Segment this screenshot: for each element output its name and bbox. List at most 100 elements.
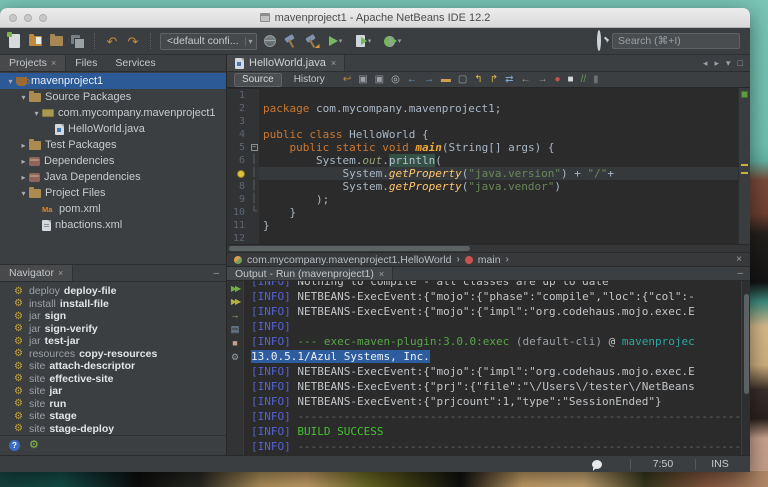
output-line[interactable]: [INFO] NETBEANS-ExecEvent:{"mojo":{"impl… — [251, 304, 741, 319]
output-line[interactable]: [INFO] NETBEANS-ExecEvent:{"prjcount":1,… — [251, 394, 741, 409]
code-editor[interactable]: 12package com.mycompany.mavenproject1;34… — [227, 88, 750, 244]
source-button[interactable]: Source — [234, 73, 282, 87]
code-line[interactable]: 9│ ); — [227, 193, 738, 206]
hint-bulb-icon[interactable] — [227, 167, 249, 180]
line-number[interactable]: 9 — [227, 193, 249, 206]
diff-icon[interactable]: ▣ — [358, 75, 367, 85]
code-line[interactable]: 8│ System.getProperty("java.vendor") — [227, 180, 738, 193]
build-project-button[interactable] — [283, 33, 299, 49]
line-number[interactable]: 4 — [227, 128, 249, 141]
line-number[interactable]: 2 — [227, 102, 249, 115]
back-icon[interactable]: ← — [520, 75, 530, 85]
code-line[interactable]: 2package com.mycompany.mavenproject1; — [227, 102, 738, 115]
close-icon[interactable]: × — [51, 58, 56, 68]
forward-icon[interactable]: → — [537, 75, 547, 85]
tree-expander-icon[interactable]: ▸ — [18, 157, 29, 166]
output-line[interactable]: 13.0.5.1/Azul Systems, Inc. — [251, 349, 741, 364]
new-project-button[interactable] — [27, 33, 43, 49]
output-line[interactable]: [INFO] ---------------------------------… — [251, 409, 741, 424]
output-line[interactable]: [INFO] BUILD SUCCESS — [251, 424, 741, 439]
ant-settings-icon[interactable]: ▤ — [231, 325, 240, 334]
redo-button[interactable]: ↷ — [125, 33, 141, 49]
maximize-editor-icon[interactable]: □ — [738, 58, 743, 68]
tab-navigator[interactable]: Navigator × — [0, 265, 73, 281]
hscrollbar-thumb[interactable] — [229, 246, 470, 251]
code-line[interactable]: 4public class HelloWorld { — [227, 128, 738, 141]
navigator-item[interactable]: ⚙jarsign — [0, 310, 226, 323]
config-select[interactable]: <default confi... ▾ — [160, 33, 257, 50]
output-scrollbar-thumb[interactable] — [744, 294, 749, 394]
navigator-item[interactable]: ⚙siterun — [0, 398, 226, 411]
tree-item[interactable]: ▾mavenproject1 — [0, 73, 226, 89]
tree-expander-icon[interactable]: ▾ — [18, 93, 29, 102]
error-stripe[interactable] — [738, 88, 750, 244]
tab-output-run[interactable]: Output - Run (mavenproject1) × — [227, 267, 393, 280]
stop-icon[interactable]: ■ — [232, 339, 237, 348]
save-all-button[interactable] — [69, 33, 85, 49]
navigator-item[interactable]: ⚙siteattach-descriptor — [0, 360, 226, 373]
tree-expander-icon[interactable]: ▾ — [5, 77, 16, 86]
minimize-window-button[interactable] — [24, 14, 32, 22]
toggle-bookmark-icon[interactable]: ⇄ — [505, 75, 513, 85]
run-project-button[interactable]: ▾ — [325, 33, 347, 49]
close-icon[interactable]: × — [736, 254, 750, 265]
tree-expander-icon[interactable]: ▸ — [18, 173, 29, 182]
minimize-panel-icon[interactable]: – — [206, 265, 226, 281]
output-line[interactable]: [INFO] — [251, 319, 741, 334]
tree-item[interactable]: Mapom.xml — [0, 201, 226, 217]
tree-item[interactable]: ▸Test Packages — [0, 137, 226, 153]
find-previous-icon[interactable]: ← — [407, 75, 417, 85]
rerun-icon[interactable]: ▶▶ — [231, 285, 239, 293]
tree-item[interactable]: ▸Dependencies — [0, 153, 226, 169]
tree-item[interactable]: nbactions.xml — [0, 217, 226, 233]
code-line[interactable]: │ System.getProperty("java.version") + "… — [227, 167, 738, 180]
output-line[interactable]: [INFO] Nothing to compile - all classes … — [251, 281, 741, 289]
close-window-button[interactable] — [9, 14, 17, 22]
tree-expander-icon[interactable]: ▾ — [18, 189, 29, 198]
tree-expander-icon[interactable]: ▸ — [18, 141, 29, 150]
line-number[interactable]: 1 — [227, 89, 249, 102]
tree-expander-icon[interactable]: ▾ — [31, 109, 42, 118]
history-button[interactable]: History — [290, 74, 329, 85]
navigator-item[interactable]: ⚙resourcescopy-resources — [0, 348, 226, 361]
output-line[interactable]: [INFO] NETBEANS-ExecEvent:{"prj":{"file"… — [251, 379, 741, 394]
tree-item[interactable]: ▾Source Packages — [0, 89, 226, 105]
line-number[interactable]: 8 — [227, 180, 249, 193]
line-number[interactable]: 10 — [227, 206, 249, 219]
code-line[interactable]: 3 — [227, 115, 738, 128]
tree-item[interactable]: ▾Project Files — [0, 185, 226, 201]
profile-project-button[interactable]: ▾ — [381, 33, 405, 49]
fold-column[interactable]: − — [249, 141, 259, 154]
output-line[interactable]: [INFO] --- exec-maven-plugin:3.0.0:exec … — [251, 334, 741, 349]
toggle-breakpoint-icon[interactable]: ● — [554, 75, 560, 85]
zoom-window-button[interactable] — [39, 14, 47, 22]
line-number[interactable]: 5 — [227, 141, 249, 154]
previous-bookmark-icon[interactable]: ↰ — [474, 75, 482, 85]
tab-projects[interactable]: Projects× — [0, 55, 66, 71]
navigator-item[interactable]: ⚙installinstall-file — [0, 298, 226, 311]
tree-item[interactable]: ▾com.mycompany.mavenproject1 — [0, 105, 226, 121]
navigator-item[interactable]: ⚙jartest-jar — [0, 335, 226, 348]
close-icon[interactable]: × — [379, 269, 384, 279]
minimize-panel-icon[interactable]: – — [730, 267, 750, 280]
run-last-icon[interactable]: → — [231, 311, 240, 320]
navigator-item[interactable]: ⚙deploydeploy-file — [0, 285, 226, 298]
browser-icon[interactable] — [262, 33, 278, 49]
code-line[interactable]: 12 — [227, 232, 738, 244]
output-line[interactable]: [INFO] ---------------------------------… — [251, 439, 741, 454]
undo-button[interactable]: ↶ — [104, 33, 120, 49]
output-log[interactable]: [INFO] Nothing to compile - all classes … — [244, 281, 741, 455]
scroll-tabs-right-icon[interactable]: ▸ — [715, 58, 720, 69]
last-edit-icon[interactable]: ↩ — [343, 75, 351, 85]
find-selection-icon[interactable]: ◎ — [391, 75, 400, 85]
notifications-icon[interactable] — [592, 460, 602, 469]
find-next-icon[interactable]: → — [424, 75, 434, 85]
navigator-item[interactable]: ⚙siteeffective-site — [0, 373, 226, 386]
comment-icon[interactable]: // — [581, 75, 587, 85]
output-scrollbar[interactable] — [741, 281, 750, 455]
scroll-tabs-left-icon[interactable]: ◂ — [703, 58, 708, 69]
new-file-button[interactable] — [6, 33, 22, 49]
search-input[interactable] — [612, 33, 740, 49]
help-icon[interactable]: ? — [9, 440, 20, 451]
open-project-button[interactable] — [48, 33, 64, 49]
